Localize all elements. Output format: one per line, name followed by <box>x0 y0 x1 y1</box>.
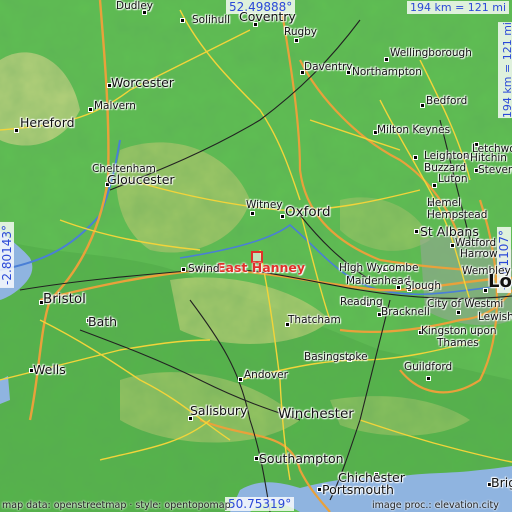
place-dot <box>384 57 389 62</box>
place-witney: Witney <box>246 199 283 211</box>
place-bedford: Bedford <box>426 95 468 107</box>
place-solihull: Solihull <box>192 14 231 26</box>
place-southampton: Southampton <box>259 451 344 466</box>
place-dot <box>413 155 418 160</box>
map-view[interactable]: 52.49888° 50.75319° -2.80143° -0.01107° … <box>0 0 512 512</box>
place-maidenhead: Maidenhead <box>346 275 411 287</box>
longitude-left: -2.80143° <box>0 222 14 288</box>
place-dot <box>456 310 461 315</box>
place-dudley: Dudley <box>116 0 153 12</box>
place-northampton: Northampton <box>352 66 422 78</box>
place-dot <box>250 211 255 216</box>
place-winchester: Winchester <box>278 406 354 422</box>
place-lewisham: Lewish <box>478 311 512 323</box>
place-dot <box>420 103 425 108</box>
place-worcester: Worcester <box>111 75 174 90</box>
place-salisbury: Salisbury <box>190 403 248 418</box>
place-oxford: Oxford <box>285 204 331 220</box>
place-hemel-hempstead: Hemel Hempstead <box>427 197 488 221</box>
scale-vertical: 194 km = 121 mi <box>498 22 512 119</box>
place-luton: Luton <box>438 173 468 185</box>
place-london: Lo <box>488 271 512 292</box>
place-basingstoke: Basingstoke <box>304 351 368 363</box>
place-city-of-westminster: City of Westmi <box>427 298 504 310</box>
place-wells: Wells <box>33 362 66 377</box>
place-andover: Andover <box>244 369 288 381</box>
scale-horizontal: 194 km = 121 mi <box>407 1 510 14</box>
focus-place-label[interactable]: East Hanney <box>217 261 305 274</box>
place-gloucester: Gloucester <box>107 172 175 187</box>
place-dot <box>180 18 185 23</box>
place-slough: Slough <box>405 280 441 292</box>
place-stevenage: Stevena <box>478 164 512 176</box>
place-dot <box>414 229 419 234</box>
place-rugby: Rugby <box>284 26 318 38</box>
place-bath: Bath <box>88 314 118 329</box>
image-processing-credit[interactable]: image proc.: elevation.city <box>372 500 499 511</box>
place-dot <box>294 38 299 43</box>
map-data-credit[interactable]: map data: openstreetmap · style: opentop… <box>2 500 231 511</box>
place-dot <box>181 267 186 272</box>
place-coventry: Coventry <box>239 9 296 24</box>
place-kingston: Kingston upon <box>421 325 497 337</box>
place-high-wycombe: High Wycombe <box>339 262 419 274</box>
place-thames: Thames <box>437 337 479 349</box>
place-dot <box>426 376 431 381</box>
place-milton-keynes: Milton Keynes <box>377 124 451 136</box>
place-bracknell: Bracknell <box>381 306 430 318</box>
place-dot <box>88 107 93 112</box>
place-hereford: Hereford <box>20 115 75 130</box>
place-dot <box>432 183 437 188</box>
place-bristol: Bristol <box>43 291 86 307</box>
place-harrow: Harrow <box>460 248 498 260</box>
place-portsmouth: Portsmouth <box>322 482 394 497</box>
place-dot <box>238 377 243 382</box>
place-swindon: Swind <box>188 263 220 275</box>
place-brighton: Brig <box>491 475 512 490</box>
place-dot <box>346 70 351 75</box>
place-reading: Reading <box>340 296 383 308</box>
place-dot <box>14 128 19 133</box>
place-wellingborough: Wellingborough <box>390 47 472 59</box>
place-malvern: Malvern <box>94 100 136 112</box>
place-guildford: Guildford <box>404 361 453 373</box>
latitude-bottom: 50.75319° <box>225 497 295 511</box>
place-thatcham: Thatcham <box>288 314 341 326</box>
